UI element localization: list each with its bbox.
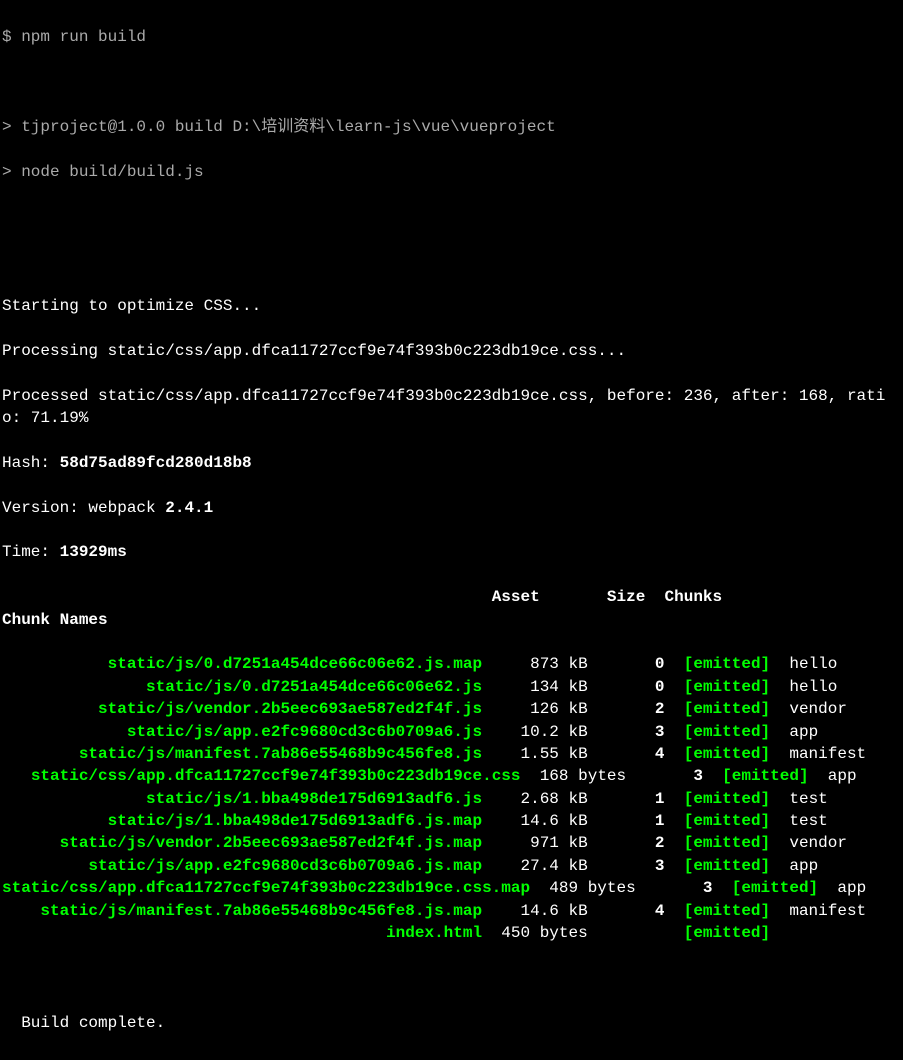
- asset-size: 489 bytes: [530, 879, 636, 897]
- chunk-name: app: [770, 723, 818, 741]
- asset-row: static/js/manifest.7ab86e55468b9c456fe8.…: [2, 900, 901, 922]
- asset-row: index.html 450 bytes [emitted]: [2, 922, 901, 944]
- asset-size: 27.4 kB: [482, 857, 588, 875]
- emitted-flag: [emitted]: [684, 857, 770, 875]
- chunk-name: vendor: [770, 700, 847, 718]
- asset-table: static/js/0.d7251a454dce66c06e62.js.map …: [2, 653, 901, 944]
- asset-name: static/css/app.dfca11727ccf9e74f393b0c22…: [2, 879, 530, 897]
- asset-row: static/js/0.d7251a454dce66c06e62.js 134 …: [2, 676, 901, 698]
- asset-chunks: 2: [588, 700, 684, 718]
- emitted-flag: [emitted]: [684, 723, 770, 741]
- asset-chunks: 1: [588, 812, 684, 830]
- asset-chunks: 3: [588, 723, 684, 741]
- css-processing: Processing static/css/app.dfca11727ccf9e…: [2, 340, 901, 362]
- asset-chunks: 0: [588, 655, 684, 673]
- asset-size: 873 kB: [482, 655, 588, 673]
- emitted-flag: [emitted]: [684, 790, 770, 808]
- asset-size: 2.68 kB: [482, 790, 588, 808]
- asset-size: 971 kB: [482, 834, 588, 852]
- asset-size: 14.6 kB: [482, 902, 588, 920]
- asset-chunks: 3: [626, 767, 722, 785]
- asset-name: static/js/0.d7251a454dce66c06e62.js: [2, 678, 482, 696]
- asset-name: index.html: [2, 924, 482, 942]
- asset-size: 10.2 kB: [482, 723, 588, 741]
- chunk-name: manifest: [770, 745, 866, 763]
- asset-row: static/css/app.dfca11727ccf9e74f393b0c22…: [2, 877, 901, 899]
- asset-size: 134 kB: [482, 678, 588, 696]
- asset-chunks: 3: [636, 879, 732, 897]
- build-complete: Build complete.: [2, 1012, 901, 1034]
- asset-name: static/css/app.dfca11727ccf9e74f393b0c22…: [2, 767, 521, 785]
- blank-line: [2, 250, 901, 272]
- asset-size: 168 bytes: [521, 767, 627, 785]
- blank-line: [2, 206, 901, 228]
- asset-name: static/js/1.bba498de175d6913adf6.js.map: [2, 812, 482, 830]
- asset-row: static/css/app.dfca11727ccf9e74f393b0c22…: [2, 765, 901, 787]
- time-line: Time: 13929ms: [2, 541, 901, 563]
- asset-name: static/js/0.d7251a454dce66c06e62.js.map: [2, 655, 482, 673]
- chunk-name: test: [770, 812, 828, 830]
- asset-row: static/js/app.e2fc9680cd3c6b0709a6.js.ma…: [2, 855, 901, 877]
- asset-chunks: 4: [588, 902, 684, 920]
- asset-chunks: 3: [588, 857, 684, 875]
- hash-line: Hash: 58d75ad89fcd280d18b8: [2, 452, 901, 474]
- emitted-flag: [emitted]: [684, 700, 770, 718]
- asset-size: 126 kB: [482, 700, 588, 718]
- asset-row: static/js/vendor.2b5eec693ae587ed2f4f.js…: [2, 698, 901, 720]
- chunk-name: test: [770, 790, 828, 808]
- npm-script-header: > tjproject@1.0.0 build D:\培训资料\learn-js…: [2, 116, 901, 138]
- emitted-flag: [emitted]: [684, 924, 770, 942]
- asset-chunks: 1: [588, 790, 684, 808]
- asset-size: 14.6 kB: [482, 812, 588, 830]
- chunk-name: app: [809, 767, 857, 785]
- emitted-flag: [emitted]: [722, 767, 808, 785]
- asset-name: static/js/vendor.2b5eec693ae587ed2f4f.js…: [2, 834, 482, 852]
- css-processed: Processed static/css/app.dfca11727ccf9e7…: [2, 385, 901, 430]
- chunk-name: hello: [770, 655, 837, 673]
- blank-line: [2, 71, 901, 93]
- asset-row: static/js/0.d7251a454dce66c06e62.js.map …: [2, 653, 901, 675]
- chunk-name: app: [770, 857, 818, 875]
- emitted-flag: [emitted]: [684, 812, 770, 830]
- chunk-name: hello: [770, 678, 837, 696]
- emitted-flag: [emitted]: [684, 745, 770, 763]
- asset-chunks: 0: [588, 678, 684, 696]
- blank-line: [2, 967, 901, 989]
- asset-name: static/js/vendor.2b5eec693ae587ed2f4f.js: [2, 700, 482, 718]
- asset-chunks: [588, 924, 684, 942]
- emitted-flag: [emitted]: [684, 834, 770, 852]
- asset-row: static/js/vendor.2b5eec693ae587ed2f4f.js…: [2, 832, 901, 854]
- chunk-name: vendor: [770, 834, 847, 852]
- asset-row: static/js/manifest.7ab86e55468b9c456fe8.…: [2, 743, 901, 765]
- terminal-output[interactable]: $ npm run build > tjproject@1.0.0 build …: [0, 0, 903, 1060]
- emitted-flag: [emitted]: [732, 879, 818, 897]
- command-prompt: $ npm run build: [2, 26, 901, 48]
- version-line: Version: webpack 2.4.1: [2, 497, 901, 519]
- asset-row: static/js/1.bba498de175d6913adf6.js.map …: [2, 810, 901, 832]
- css-optimize-start: Starting to optimize CSS...: [2, 295, 901, 317]
- asset-name: static/js/1.bba498de175d6913adf6.js: [2, 790, 482, 808]
- chunk-name: manifest: [770, 902, 866, 920]
- asset-name: static/js/app.e2fc9680cd3c6b0709a6.js.ma…: [2, 857, 482, 875]
- asset-name: static/js/manifest.7ab86e55468b9c456fe8.…: [2, 745, 482, 763]
- table-header: Asset Size Chunks Chunk Names: [2, 586, 901, 631]
- asset-name: static/js/app.e2fc9680cd3c6b0709a6.js: [2, 723, 482, 741]
- emitted-flag: [emitted]: [684, 678, 770, 696]
- asset-chunks: 4: [588, 745, 684, 763]
- chunk-name: app: [818, 879, 866, 897]
- asset-row: static/js/1.bba498de175d6913adf6.js 2.68…: [2, 788, 901, 810]
- npm-script-command: > node build/build.js: [2, 161, 901, 183]
- asset-chunks: 2: [588, 834, 684, 852]
- asset-name: static/js/manifest.7ab86e55468b9c456fe8.…: [2, 902, 482, 920]
- asset-size: 1.55 kB: [482, 745, 588, 763]
- emitted-flag: [emitted]: [684, 655, 770, 673]
- asset-size: 450 bytes: [482, 924, 588, 942]
- emitted-flag: [emitted]: [684, 902, 770, 920]
- asset-row: static/js/app.e2fc9680cd3c6b0709a6.js 10…: [2, 721, 901, 743]
